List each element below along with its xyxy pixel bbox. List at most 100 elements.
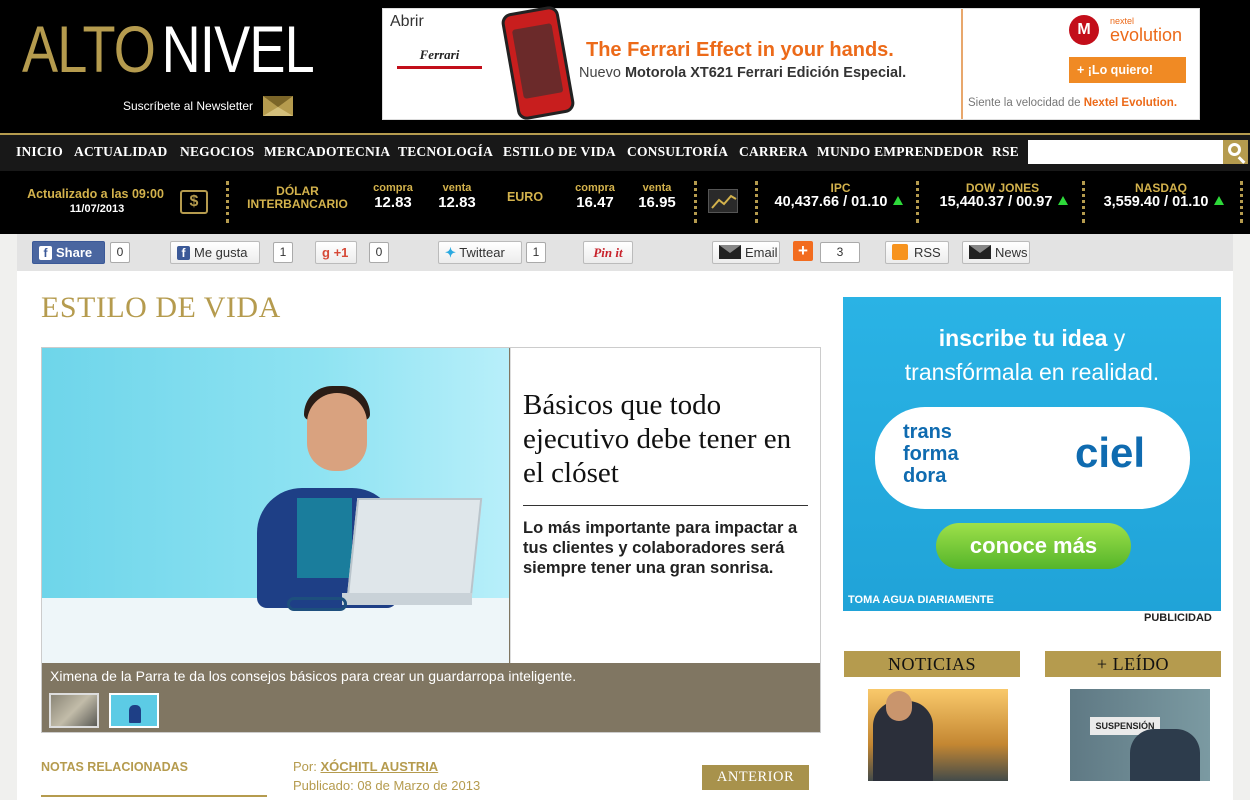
tweet-count: 1 [526,242,546,263]
featured-story[interactable]: Básicos que todo ejecutivo debe tener en… [41,347,821,733]
ciel-logo: trans forma dora ciel [875,407,1190,509]
sidebar-ad[interactable]: inscribe tu idea y transfórmala en reali… [843,297,1221,611]
nav-negocios[interactable]: NEGOCIOS [180,135,254,171]
news-button[interactable]: News [962,241,1030,264]
nav-tecnologia[interactable]: TECNOLOGÍA [398,135,493,171]
site-logo[interactable]: ALTONIVEL [22,4,315,94]
story-headline[interactable]: Básicos que todo ejecutivo debe tener en… [523,388,813,490]
nav-mundo-emprendedor[interactable]: MUNDO EMPRENDEDOR [817,135,984,171]
search-icon [1228,143,1241,156]
side-ad-footer: TOMA AGUA DIARIAMENTE [848,594,994,606]
chart-trend-icon[interactable] [708,189,738,213]
updated-time: Actualizado a las 09:00 [27,187,164,201]
ticker-separator [226,181,229,223]
side-ad-cta-button[interactable]: conoce más [936,523,1131,569]
motorola-logo-icon: M [1069,15,1099,45]
share-count: 0 [110,242,130,263]
money-bag-icon: $ [180,190,208,214]
pinterest-button[interactable]: Pin it [583,241,633,264]
ad-headline: The Ferrari Effect in your hands. [586,39,894,61]
facebook-like-button[interactable]: f Me gusta [170,241,260,264]
related-notes-heading: NOTAS RELACIONADAS [41,760,188,774]
up-arrow-icon [1214,196,1225,205]
newsletter-link[interactable]: Suscríbete al Newsletter [123,96,294,116]
slide-thumbnail-active[interactable] [109,693,159,728]
logo-nivel: NIVEL [161,12,315,86]
google-plus-button[interactable]: g +1 [315,241,357,264]
addthis-icon[interactable]: + [793,241,813,261]
addthis-count: 3 [820,242,860,263]
facebook-share-button[interactable]: f Share [32,241,105,264]
nav-consultoria[interactable]: CONSULTORÍA [627,135,728,171]
like-count: 1 [273,242,293,263]
euro-compra-label: compra [575,182,615,194]
ad-label: PUBLICIDAD [1144,612,1212,624]
dolar-compra-value: 12.83 [374,194,412,211]
gplus-count: 0 [369,242,389,263]
ticker-separator [1082,181,1085,223]
logo-alto: ALTO [22,12,156,86]
nextel-logo: nextel evolution [1110,16,1183,45]
previous-button[interactable]: ANTERIOR [702,765,809,790]
search-input[interactable] [1028,140,1223,164]
social-bar: f Share 0 f Me gusta 1 g +1 0 ✦ Twittear 1… [17,234,1233,271]
ticker-separator [755,181,758,223]
facebook-icon: f [177,246,190,260]
top-banner-ad[interactable]: Abrir Ferrari The Ferrari Effect in your… [382,4,1200,122]
author-link[interactable]: XÓCHITL AUSTRIA [320,759,438,774]
euro-venta-value: 16.95 [638,194,676,211]
ad-divider [961,9,963,119]
nav-inicio[interactable]: INICIO [16,135,63,171]
ad-subline: Nuevo Motorola XT621 Ferrari Edición Esp… [579,65,907,81]
main-nav: INICIO ACTUALIDAD NEGOCIOS MERCADOTECNIA… [0,133,1250,171]
nav-mercadotecnia[interactable]: MERCADOTECNIA [264,135,390,171]
dolar-compra-label: compra [373,182,413,194]
newsletter-label: Suscríbete al Newsletter [123,99,254,113]
rss-icon [892,244,908,260]
ticker-separator [1240,181,1243,223]
tab-mas-leido[interactable]: + LEÍDO [1045,651,1221,677]
ticker-separator [916,181,919,223]
ticker-separator [694,181,697,223]
up-arrow-icon [1058,196,1069,205]
ferrari-logo: Ferrari [397,47,482,69]
mail-icon [719,245,741,259]
market-ticker: Actualizado a las 09:00 11/07/2013 $ DÓL… [0,171,1250,234]
noticias-thumbnail[interactable] [868,689,1008,781]
ad-cta-button[interactable]: + ¡Lo quiero! [1069,57,1186,83]
nav-actualidad[interactable]: ACTUALIDAD [74,135,168,171]
side-ad-line2: transfórmala en realidad. [904,359,1160,385]
google-plus-icon: g [322,245,330,260]
section-title: ESTILO DE VIDA [41,291,281,324]
euro-venta-label: venta [642,182,672,194]
nav-estilo-de-vida[interactable]: ESTILO DE VIDA [503,135,616,171]
byline: Por: XÓCHITL AUSTRIA [293,759,439,774]
headline-panel: Básicos que todo ejecutivo debe tener en… [510,348,820,663]
twitter-icon: ✦ [445,245,456,260]
euro-compra-value: 16.47 [576,194,614,211]
glasses-image [287,597,347,611]
tab-noticias[interactable]: NOTICIAS [844,651,1020,677]
tweet-button[interactable]: ✦ Twittear [438,241,522,264]
featured-photo [42,348,509,663]
slide-thumbnail[interactable] [49,693,99,728]
mas-leido-thumbnail[interactable] [1070,689,1210,781]
envelope-icon [263,96,294,116]
ipc-value: 40,437.66 / 01.10 [764,194,914,211]
up-arrow-icon [893,196,904,205]
story-caption: Ximena de la Parra te da los consejos bá… [50,668,577,684]
search-button[interactable] [1223,140,1248,164]
nasdaq-value: 3,559.40 / 01.10 [1094,194,1234,211]
dolar-label: DÓLAR INTERBANCARIO [247,184,348,212]
dolar-venta-label: venta [442,182,472,194]
laptop-image [346,498,483,598]
euro-label: EURO [506,190,544,204]
nav-carrera[interactable]: CARRERA [739,135,808,171]
headline-divider [523,505,808,506]
rss-button[interactable]: RSS [885,241,949,264]
related-notes-divider [41,795,267,797]
nav-rse[interactable]: RSE [992,135,1019,171]
facebook-icon: f [39,246,52,260]
ad-open-label: Abrir [390,13,424,30]
email-button[interactable]: Email [712,241,780,264]
